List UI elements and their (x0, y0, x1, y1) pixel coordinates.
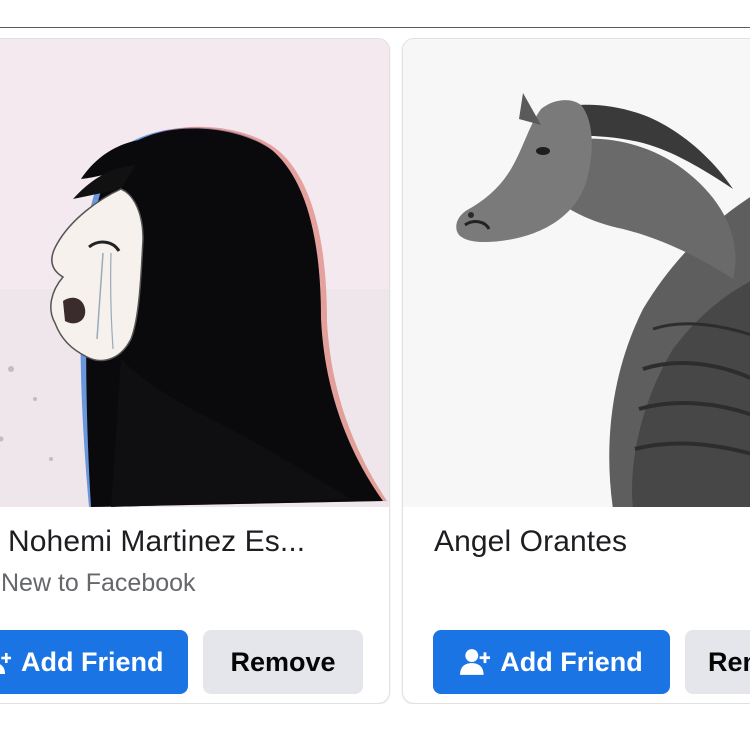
add-person-icon (460, 648, 491, 676)
add-friend-button[interactable]: Add Friend (433, 630, 670, 694)
person-name[interactable]: Nohemi Martinez Es... (8, 525, 305, 559)
remove-label: Remove (230, 646, 336, 677)
profile-photo[interactable] (403, 39, 750, 507)
profile-photo[interactable] (0, 39, 389, 507)
add-friend-label: Add Friend (21, 646, 164, 677)
add-person-icon (0, 649, 11, 675)
person-name[interactable]: Angel Orantes (434, 525, 627, 559)
add-friend-button[interactable]: Add Friend (0, 630, 188, 694)
remove-button[interactable]: Remove (685, 630, 750, 694)
remove-label: Remove (708, 646, 750, 677)
person-subtitle: New to Facebook (1, 569, 196, 597)
people-you-may-know-list: Nohemi Martinez Es... New to Facebook Ad… (0, 38, 750, 704)
friend-suggestion-card: Nohemi Martinez Es... New to Facebook Ad… (0, 38, 390, 704)
friend-suggestion-card: Angel Orantes Add Friend Remove (402, 38, 750, 704)
horse-titan-sketch (403, 39, 750, 507)
add-friend-label: Add Friend (500, 646, 643, 677)
remove-button[interactable]: Remove (203, 630, 363, 694)
anime-girl-illustration (0, 39, 389, 507)
top-divider (0, 27, 750, 28)
